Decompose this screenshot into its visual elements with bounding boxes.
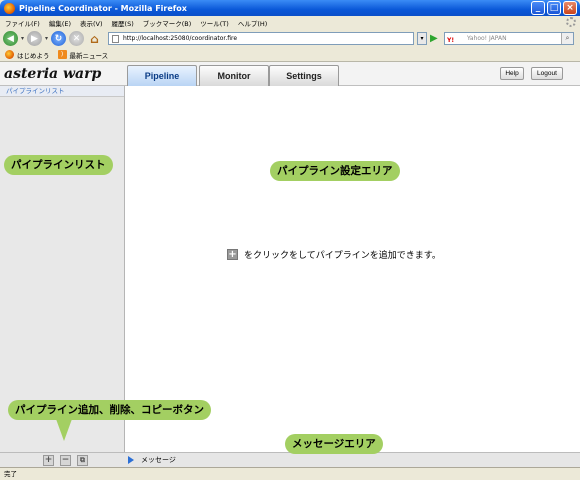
tab-pipeline[interactable]: Pipeline	[127, 65, 197, 86]
callout-settings-area: パイプライン設定エリア	[270, 161, 400, 181]
bookmark-label: 最新ニュース	[69, 51, 109, 60]
url-history-dropdown[interactable]: ▾	[417, 32, 427, 45]
add-pipeline-hint: + をクリックをしてパイプラインを追加できます。	[227, 248, 441, 261]
window-title: Pipeline Coordinator - Mozilla Firefox	[19, 3, 187, 13]
hint-text: をクリックをしてパイプラインを追加できます。	[244, 251, 441, 261]
close-button[interactable]: ×	[563, 1, 577, 15]
app-header: asteria warp Pipeline Monitor Settings H…	[0, 62, 580, 86]
rss-icon: )	[57, 50, 67, 59]
search-icon[interactable]: ⌕	[561, 33, 573, 44]
menu-bookmarks[interactable]: ブックマーク(B)	[143, 18, 192, 28]
pipeline-list-panel: パイプラインリスト	[0, 86, 125, 452]
stop-icon[interactable]: ✕	[69, 31, 85, 46]
search-engine-logo[interactable]: Y!	[447, 35, 454, 46]
firefox-icon	[4, 2, 15, 14]
menu-help[interactable]: ヘルプ(H)	[238, 18, 267, 28]
callout-add-delete-copy-buttons: パイプライン追加、削除、コピーボタン	[8, 400, 211, 420]
menu-file[interactable]: ファイル(F)	[5, 18, 40, 28]
pipeline-settings-area: + をクリックをしてパイプラインを追加できます。	[125, 86, 580, 452]
firefox-bookmark-icon	[5, 50, 14, 59]
url-text: http://localhost:25080/coordinator.fire	[123, 35, 238, 42]
callout-message-area: メッセージエリア	[285, 434, 383, 454]
back-icon[interactable]: ◀	[3, 31, 18, 46]
callout-pointer	[56, 419, 72, 441]
bookmark-latest-news[interactable]: ) 最新ニュース	[57, 50, 109, 60]
bottom-toolbar: + − ⧉ メッセージ	[0, 452, 580, 467]
copy-pipeline-icon[interactable]: ⧉	[77, 455, 88, 466]
plus-icon: +	[227, 249, 238, 260]
message-label[interactable]: メッセージ	[141, 455, 176, 465]
page-icon	[112, 35, 119, 43]
bookmark-getting-started[interactable]: はじめよう	[5, 50, 50, 60]
bookmarks-toolbar: はじめよう ) 最新ニュース	[0, 48, 580, 62]
tab-monitor[interactable]: Monitor	[199, 65, 269, 86]
bookmark-label: はじめよう	[17, 51, 50, 60]
callout-pipeline-list: パイプラインリスト	[4, 155, 113, 175]
menu-bar: ファイル(F) 編集(E) 表示(V) 履歴(S) ブックマーク(B) ツール(…	[0, 16, 580, 29]
url-input[interactable]: http://localhost:25080/coordinator.fire	[108, 32, 414, 45]
app-logo: asteria warp	[4, 66, 102, 82]
forward-icon[interactable]: ▶	[27, 31, 43, 46]
home-icon[interactable]: ⌂	[87, 31, 102, 46]
help-button[interactable]: Help	[500, 67, 524, 80]
menu-tools[interactable]: ツール(T)	[200, 18, 229, 28]
tab-settings[interactable]: Settings	[269, 65, 339, 86]
search-placeholder: Yahoo! JAPAN	[467, 35, 507, 42]
menu-history[interactable]: 履歴(S)	[112, 18, 134, 28]
minimize-button[interactable]: _	[531, 1, 545, 15]
go-icon[interactable]: ▶	[430, 33, 438, 44]
add-pipeline-icon[interactable]: +	[43, 455, 54, 466]
menu-edit[interactable]: 編集(E)	[49, 18, 71, 28]
reload-icon[interactable]: ↻	[51, 31, 67, 46]
throbber-icon	[566, 17, 576, 27]
logout-button[interactable]: Logout	[531, 67, 563, 80]
search-input[interactable]: Y! Yahoo! JAPAN ⌕	[444, 32, 574, 45]
delete-pipeline-icon[interactable]: −	[60, 455, 71, 466]
maximize-button[interactable]: □	[547, 1, 561, 15]
status-bar: 完了	[0, 467, 580, 480]
menu-view[interactable]: 表示(V)	[80, 18, 103, 28]
back-dropdown-icon[interactable]: ▾	[21, 35, 24, 42]
message-arrow-icon[interactable]	[128, 456, 134, 464]
pipeline-list-header: パイプラインリスト	[0, 86, 124, 97]
status-text: 完了	[4, 470, 17, 478]
nav-toolbar: ◀ ▾ ▶ ▾ ↻ ✕ ⌂ http://localhost:25080/coo…	[0, 29, 580, 48]
forward-dropdown-icon[interactable]: ▾	[45, 35, 48, 42]
window-titlebar: Pipeline Coordinator - Mozilla Firefox _…	[0, 0, 580, 16]
